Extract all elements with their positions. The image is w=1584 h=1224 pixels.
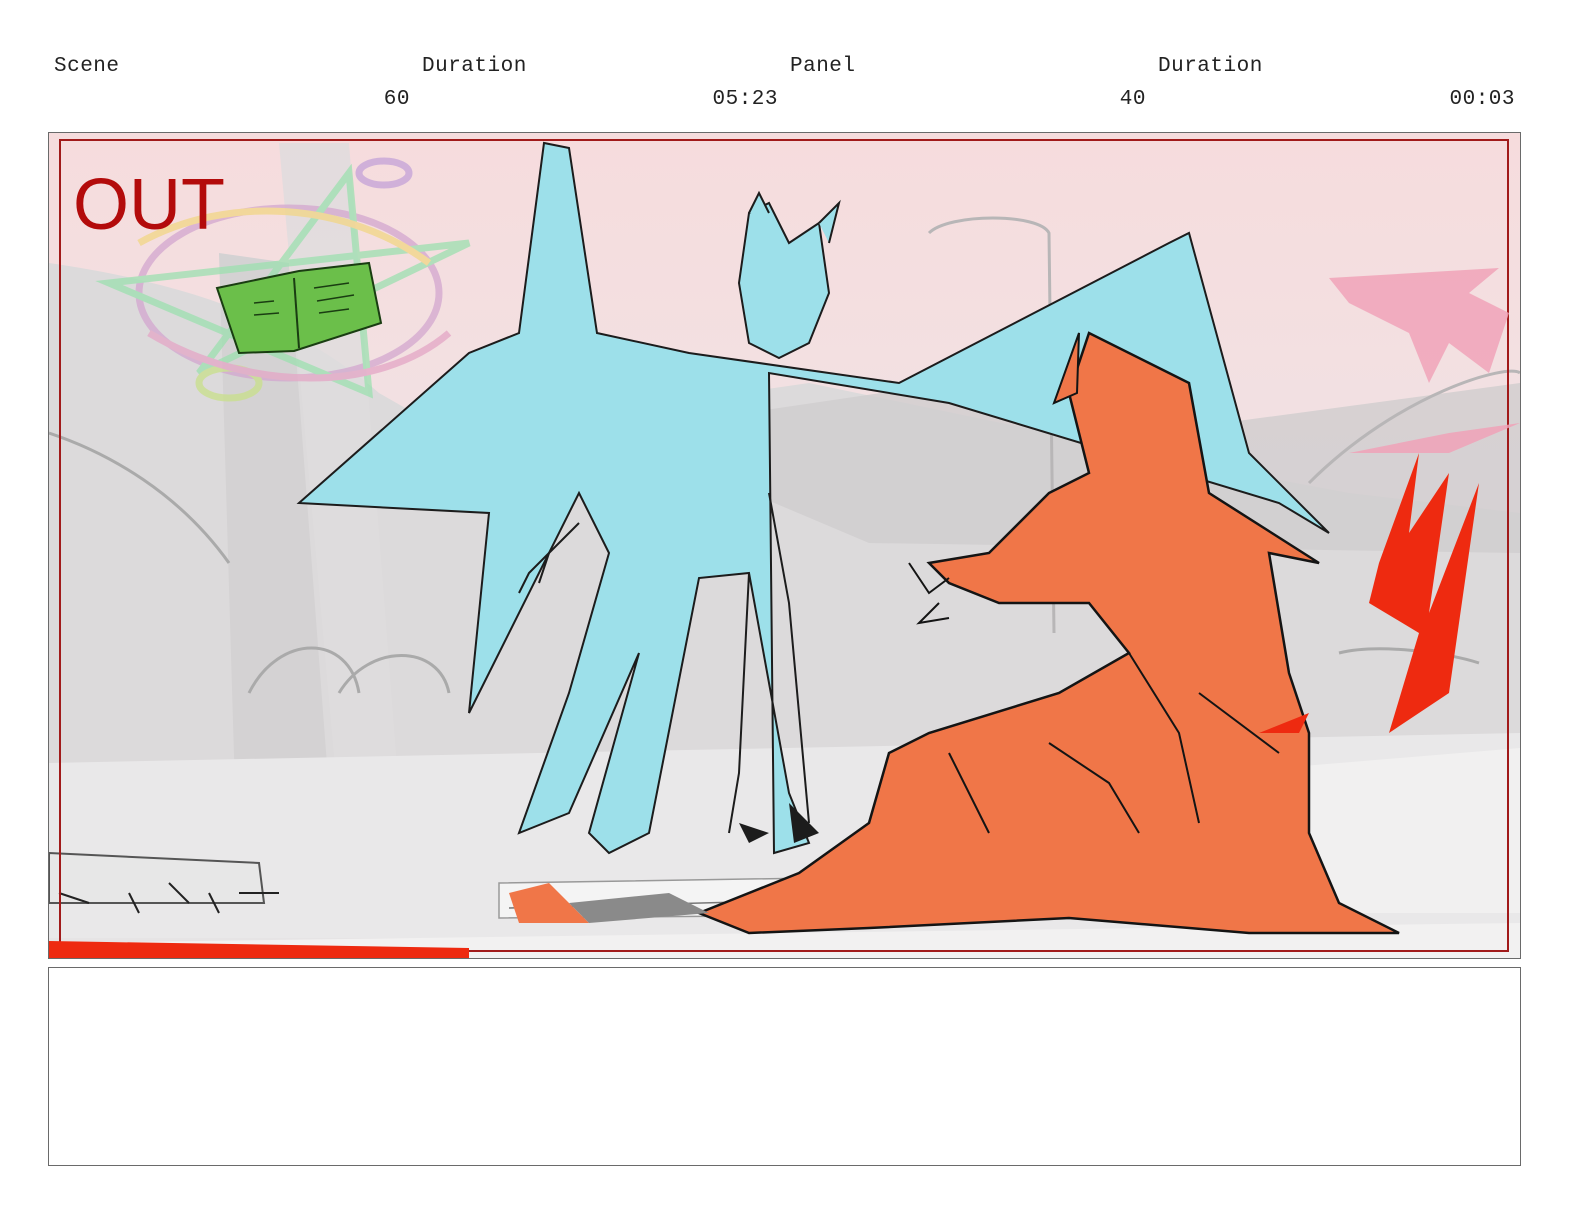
notes-box (48, 967, 1521, 1166)
panel-label: Panel (790, 55, 856, 78)
scene-number: 60 (383, 88, 410, 111)
scene-duration: 05:23 (712, 88, 778, 111)
out-label: OUT (73, 165, 225, 245)
panel-number: 40 (1119, 88, 1146, 111)
panel-duration-label: Duration (1158, 55, 1263, 78)
storyboard-panel: OUT (48, 132, 1521, 959)
scene-label: Scene (54, 55, 120, 78)
panel-duration: 00:03 (1449, 88, 1515, 111)
scene-duration-label: Duration (422, 55, 527, 78)
